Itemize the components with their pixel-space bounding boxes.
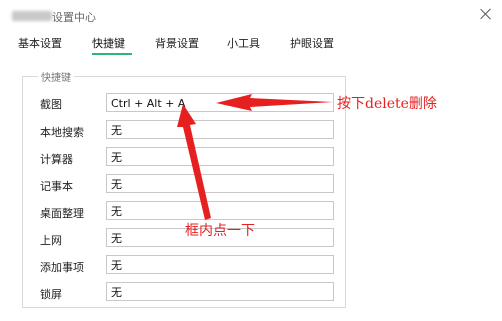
row-label-calculator: 计算器: [40, 153, 73, 166]
group-legend: 快捷键: [38, 69, 74, 84]
tab-eye-care[interactable]: 护眼设置: [290, 35, 334, 51]
shortcut-input-desktop-organize[interactable]: 无: [106, 201, 334, 220]
tab-tools[interactable]: 小工具: [227, 35, 260, 51]
row-label-internet: 上网: [40, 234, 62, 247]
row-label-local-search: 本地搜索: [40, 126, 84, 139]
row-label-notepad: 记事本: [40, 180, 73, 193]
shortcut-input-screenshot[interactable]: Ctrl + Alt + A: [106, 93, 334, 112]
tab-background-settings[interactable]: 背景设置: [155, 35, 199, 51]
shortcut-input-lock-screen[interactable]: 无: [106, 282, 334, 301]
shortcut-input-add-item[interactable]: 无: [106, 255, 334, 274]
tab-shortcuts[interactable]: 快捷键: [92, 35, 125, 51]
annotation-delete-hint: 按下delete删除: [337, 96, 437, 112]
shortcut-input-calculator[interactable]: 无: [106, 147, 334, 166]
title-bar: 设置中心: [0, 0, 502, 32]
app-name-blurred: [12, 11, 52, 21]
active-tab-indicator: [92, 53, 132, 55]
row-label-desktop-organize: 桌面整理: [40, 207, 84, 220]
shortcut-input-notepad[interactable]: 无: [106, 174, 334, 193]
row-label-add-item: 添加事项: [40, 261, 84, 274]
row-label-lock-screen: 锁屏: [40, 288, 62, 301]
annotation-click-hint: 框内点一下: [185, 223, 255, 239]
row-label-screenshot: 截图: [40, 98, 62, 111]
shortcut-input-local-search[interactable]: 无: [106, 120, 334, 139]
tab-bar: 基本设置 快捷键 背景设置 小工具 护眼设置: [0, 35, 502, 57]
window-title: 设置中心: [52, 11, 96, 24]
close-icon[interactable]: [478, 6, 494, 22]
tab-basic-settings[interactable]: 基本设置: [18, 35, 62, 51]
